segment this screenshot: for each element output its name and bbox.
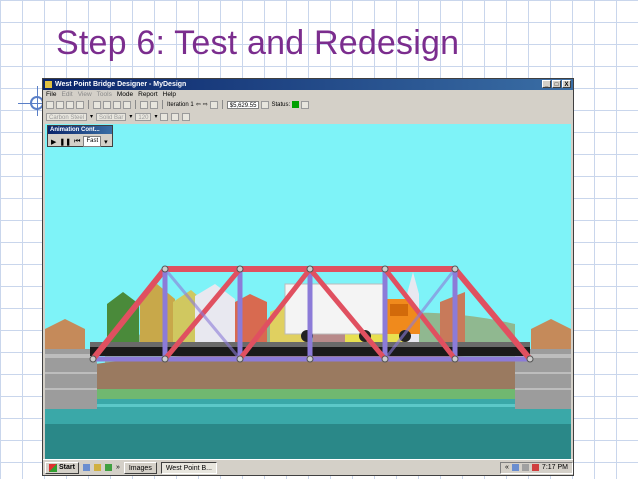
member-list-button[interactable] <box>182 112 191 121</box>
speed-select[interactable]: Fast <box>83 136 102 147</box>
delete-button[interactable] <box>123 100 131 109</box>
window-title: West Point Bridge Designer - MyDesign <box>55 81 187 88</box>
menu-tools[interactable]: Tools <box>97 90 112 99</box>
animation-controls-panel[interactable]: Animation Cont... ▶ ❚❚ ⏮ Fast ▾ <box>47 125 113 147</box>
undo-button[interactable] <box>140 100 148 109</box>
bridge-designer-window: West Point Bridge Designer - MyDesign _ … <box>42 78 574 476</box>
taskbar-item-bridge-designer[interactable]: West Point B... <box>160 461 217 474</box>
right-abutment <box>515 319 571 409</box>
toolbar-separator <box>162 100 163 109</box>
windows-taskbar: Start » Images West Point B... « 7:17 PM <box>43 459 573 475</box>
close-button[interactable]: X <box>562 80 571 88</box>
rewind-icon[interactable]: ⏮ <box>74 138 80 146</box>
iteration-browser-button[interactable] <box>209 100 218 109</box>
load-test-results-button[interactable] <box>301 100 310 109</box>
toolbar-separator <box>221 100 223 109</box>
copy-button[interactable] <box>103 100 111 109</box>
quicklaunch-expand-icon[interactable]: » <box>116 464 120 471</box>
tray-expand-icon[interactable]: « <box>505 462 509 474</box>
water-highlight <box>45 404 571 407</box>
material-select[interactable]: Carbon Steel <box>46 112 88 121</box>
start-label: Start <box>59 463 75 471</box>
material-dropdown-icon[interactable]: ▾ <box>90 113 93 120</box>
status-indicator-icon[interactable] <box>292 101 300 108</box>
size-select[interactable]: 120 <box>135 112 152 121</box>
speed-dropdown-icon[interactable]: ▾ <box>104 138 108 146</box>
toolbar-separator <box>88 100 89 109</box>
quicklaunch-app-icon[interactable] <box>104 464 112 471</box>
cost-display: $5,629.55 <box>226 100 260 109</box>
iteration-forward-icon[interactable]: ⇨ <box>203 101 208 108</box>
menu-view[interactable]: View <box>78 90 92 99</box>
menu-mode[interactable]: Mode <box>117 90 133 99</box>
main-toolbar: Iteration 1 ⇦ ⇨ $5,629.55 Status: <box>43 99 573 110</box>
window-controls: _ □ X <box>542 80 571 88</box>
cut-button[interactable] <box>93 100 101 109</box>
iteration-back-icon[interactable]: ⇦ <box>196 101 201 108</box>
taskbar-item-images[interactable]: Images <box>123 461 157 474</box>
play-icon[interactable]: ▶ <box>51 138 56 146</box>
open-file-button[interactable] <box>56 100 64 109</box>
cost-report-button[interactable] <box>261 100 270 109</box>
paste-button[interactable] <box>113 100 121 109</box>
iteration-label: Iteration 1 <box>167 101 194 108</box>
left-abutment <box>45 319 97 409</box>
new-file-button[interactable] <box>46 100 54 109</box>
river-water-deep <box>45 424 571 459</box>
minimize-button[interactable]: _ <box>542 80 551 88</box>
maximize-button[interactable]: □ <box>552 80 561 88</box>
quicklaunch-desktop-icon[interactable] <box>93 464 101 471</box>
section-dropdown-icon[interactable]: ▾ <box>129 113 132 120</box>
menu-help[interactable]: Help <box>163 90 176 99</box>
section-select[interactable]: Solid Bar <box>96 112 127 121</box>
member-toolbar: Carbon Steel ▾ Solid Bar ▾ 120 ▾ <box>43 111 573 122</box>
slide-title: Step 6: Test and Redesign <box>56 24 460 62</box>
app-icon <box>45 81 52 88</box>
menu-bar: File Edit View Tools Mode Report Help <box>43 90 573 99</box>
menu-report[interactable]: Report <box>138 90 158 99</box>
animation-panel-title[interactable]: Animation Cont... <box>48 126 112 134</box>
print-button[interactable] <box>76 100 84 109</box>
load-test-animation-view[interactable] <box>45 124 571 459</box>
animation-control-row: ▶ ❚❚ ⏮ Fast ▾ <box>48 134 112 149</box>
windows-logo-icon <box>49 463 57 472</box>
tray-volume-icon[interactable] <box>521 464 529 471</box>
size-dropdown-icon[interactable]: ▾ <box>154 113 157 120</box>
save-file-button[interactable] <box>66 100 74 109</box>
status-label: Status: <box>271 101 291 108</box>
system-tray: « 7:17 PM <box>500 461 573 474</box>
truck <box>284 283 420 342</box>
pause-icon[interactable]: ❚❚ <box>59 138 71 146</box>
size-decrease-button[interactable] <box>171 112 180 121</box>
menu-file[interactable]: File <box>46 90 56 99</box>
tray-network-icon[interactable] <box>511 464 519 471</box>
redo-button[interactable] <box>150 100 158 109</box>
tray-security-icon[interactable] <box>531 464 539 471</box>
tray-clock: 7:17 PM <box>541 463 568 471</box>
start-button[interactable]: Start <box>45 461 79 474</box>
toolbar-separator <box>135 100 136 109</box>
bridge-scene-graphic <box>45 265 571 459</box>
menu-edit[interactable]: Edit <box>61 90 72 99</box>
window-titlebar[interactable]: West Point Bridge Designer - MyDesign _ … <box>43 79 573 90</box>
size-increase-button[interactable] <box>160 112 169 121</box>
quicklaunch-browser-icon[interactable] <box>82 464 90 471</box>
